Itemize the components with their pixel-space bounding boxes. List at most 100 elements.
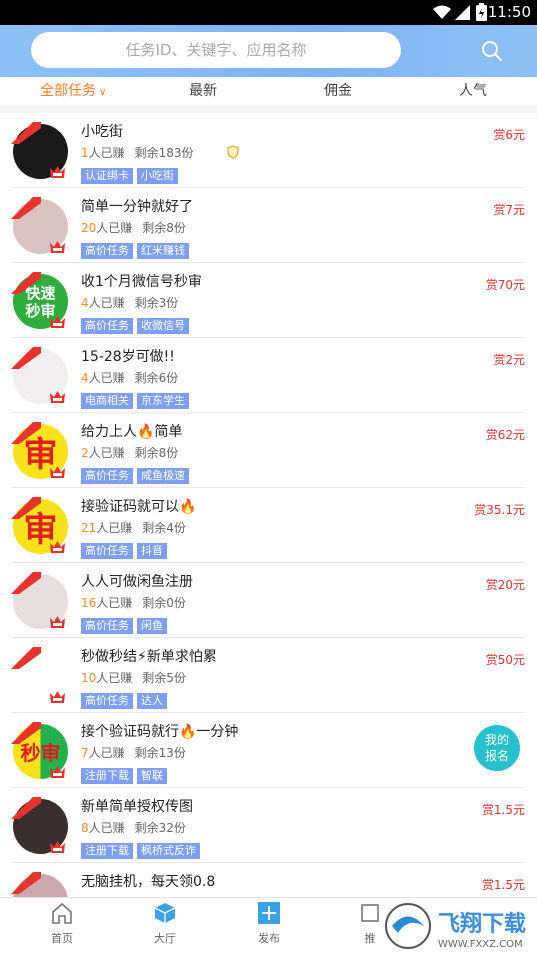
- task-tags: 注册下载 枫桥式反诈: [81, 839, 204, 859]
- task-row[interactable]: 小吃街 1人已赚 剩余183份 认证绑卡 小吃街 赏6元: [0, 113, 537, 188]
- earned-label: 人已赚: [96, 596, 133, 610]
- task-title: 收1个月微信号秒审: [81, 274, 202, 290]
- task-meta: 16人已赚 剩余0份: [81, 594, 186, 611]
- remaining-count: 剩余8份: [142, 221, 186, 235]
- task-meta: 21人已赚 剩余4份: [81, 519, 186, 536]
- tab-popularity[interactable]: 人气: [459, 80, 487, 100]
- task-title: 接验证码就可以🔥: [81, 499, 197, 515]
- search-icon[interactable]: [480, 39, 504, 63]
- task-reward: 赏20元: [485, 578, 525, 592]
- earned-count: 21: [81, 521, 97, 535]
- task-row[interactable]: 人人可做闲鱼注册 16人已赚 剩余0份 高价任务 闲鱼 赏20元: [0, 563, 537, 638]
- remaining-count: 剩余13份: [134, 746, 186, 760]
- filter-tabs: 全部任务 ∨ 最新 佣金 人气: [0, 77, 537, 106]
- task-meta: 20人已赚 剩余8份: [81, 219, 186, 236]
- task-row[interactable]: 新单简单授权传图 8人已赚 剩余32份 注册下载 枫桥式反诈 赏1.5元: [0, 788, 537, 863]
- search-input[interactable]: 任务ID、关键字、应用名称: [31, 32, 401, 68]
- task-title: 小吃街: [81, 124, 123, 140]
- task-reward: 赏70元: [485, 278, 525, 292]
- earned-count: 16: [81, 596, 97, 610]
- remaining-count: 剩余4份: [142, 521, 186, 535]
- task-tags: 高价任务 红米赚钱: [81, 239, 193, 259]
- tab-latest[interactable]: 最新: [189, 80, 217, 100]
- task-title: 接个验证码就行🔥一分钟: [81, 724, 239, 740]
- watermark-text: 飞翔下载: [438, 911, 526, 937]
- task-tag: 京东学生: [137, 393, 189, 409]
- task-reward: 赏1.5元: [481, 878, 525, 892]
- my-signup-button[interactable]: 我的 报名: [474, 725, 520, 771]
- task-row[interactable]: 无脑挂机，每天领0.8 赏1.5元: [0, 863, 537, 897]
- task-row[interactable]: 审接验证码就可以🔥 21人已赚 剩余4份 高价任务 抖音 赏35.1元: [0, 488, 537, 563]
- crown-icon: [50, 466, 65, 478]
- nav-hall[interactable]: 大厅: [135, 902, 195, 946]
- nav-publish[interactable]: 发布: [239, 902, 299, 946]
- clock: 11:50: [487, 3, 531, 21]
- recommend-ribbon-icon: [11, 422, 41, 444]
- crown-icon: [50, 616, 65, 628]
- remaining-count: 剩余3份: [134, 296, 179, 310]
- header: 任务ID、关键字、应用名称: [0, 25, 537, 77]
- cube-icon: [154, 903, 176, 923]
- crown-icon: [50, 691, 65, 703]
- task-tags: 高价任务 闲鱼: [81, 614, 171, 634]
- nav-home[interactable]: 首页: [32, 902, 92, 946]
- crown-icon: [50, 391, 65, 403]
- task-tag: 红米赚钱: [137, 243, 189, 259]
- task-meta: 10人已赚 剩余5份: [81, 669, 186, 686]
- task-title: 无脑挂机，每天领0.8: [81, 874, 216, 890]
- task-tags: 注册下载 智联: [81, 764, 171, 784]
- earned-count: 7: [81, 746, 89, 760]
- task-meta: 1人已赚 剩余183份: [81, 144, 240, 161]
- tab-commission[interactable]: 佣金: [324, 80, 352, 100]
- plus-icon: [258, 902, 280, 924]
- earned-label: 人已赚: [88, 146, 125, 160]
- crown-icon: [50, 541, 65, 553]
- task-row[interactable]: 15-28岁可做!! 4人已赚 剩余6份 电商相关 京东学生 赏2元: [0, 338, 537, 413]
- watermark-logo: 飞翔下载 WWW.FXXZ.COM: [372, 899, 532, 959]
- task-tag: 注册下载: [81, 768, 133, 784]
- task-tag: 高价任务: [81, 243, 133, 259]
- task-row[interactable]: 秒审 接个验证码就行🔥一分钟 7人已赚 剩余13份 注册下载 智联: [0, 713, 537, 788]
- task-reward: 赏62元: [485, 428, 525, 442]
- tab-all-tasks[interactable]: 全部任务 ∨: [40, 80, 106, 100]
- earned-label: 人已赚: [96, 521, 133, 535]
- task-title: 15-28岁可做!!: [81, 349, 175, 365]
- remaining-count: 剩余32份: [134, 821, 186, 835]
- earned-count: 10: [81, 671, 97, 685]
- task-tag: 小吃街: [137, 168, 178, 184]
- crown-icon: [50, 316, 65, 328]
- crown-icon: [50, 841, 65, 853]
- earned-count: 4: [81, 371, 89, 385]
- recommend-ribbon-icon: [11, 722, 41, 744]
- task-tag: 达人: [137, 693, 167, 709]
- task-tag: 闲鱼: [137, 618, 167, 634]
- crown-icon: [50, 166, 65, 178]
- task-tag: 高价任务: [81, 543, 133, 559]
- task-row[interactable]: 快速秒审 收1个月微信号秒审 4人已赚 剩余3份 高价任务 收微信号 赏70元: [0, 263, 537, 338]
- nav-home-label: 首页: [51, 932, 73, 945]
- task-reward: 赏50元: [485, 653, 525, 667]
- task-tags: 高价任务 咸鱼极速: [81, 464, 193, 484]
- task-reward: 赏7元: [493, 203, 525, 217]
- earned-label: 人已赚: [88, 296, 125, 310]
- remaining-count: 剩余183份: [134, 146, 194, 160]
- tab-label: 全部任务: [40, 83, 96, 99]
- earned-count: 2: [81, 446, 89, 460]
- recommend-ribbon-icon: [11, 197, 41, 219]
- task-title: 秒做秒结⚡新单求怕累: [81, 649, 217, 665]
- status-bar: 11:50: [0, 0, 537, 25]
- task-row[interactable]: 审给力上人🔥简单 2人已赚 剩余8份 高价任务 咸鱼极速 赏62元: [0, 413, 537, 488]
- task-tags: 高价任务 抖音: [81, 539, 171, 559]
- task-tag: 认证绑卡: [81, 168, 133, 184]
- recommend-ribbon-icon: [11, 647, 41, 669]
- task-row[interactable]: 简单一分钟就好了 20人已赚 剩余8份 高价任务 红米赚钱 赏7元: [0, 188, 537, 263]
- task-list: 小吃街 1人已赚 剩余183份 认证绑卡 小吃街 赏6元 简单一分钟就好了 20人已赚 剩余8份…: [0, 113, 537, 897]
- task-title: 简单一分钟就好了: [81, 199, 193, 215]
- signal-icon: [455, 5, 470, 20]
- float-line2: 报名: [484, 749, 509, 763]
- earned-label: 人已赚: [96, 671, 133, 685]
- task-tag: 注册下载: [81, 843, 133, 859]
- task-row[interactable]: 秒做秒结⚡新单求怕累 10人已赚 剩余5份 高价任务 达人 赏50元: [0, 638, 537, 713]
- task-tag: 收微信号: [137, 318, 189, 334]
- nav-hall-label: 大厅: [154, 932, 176, 945]
